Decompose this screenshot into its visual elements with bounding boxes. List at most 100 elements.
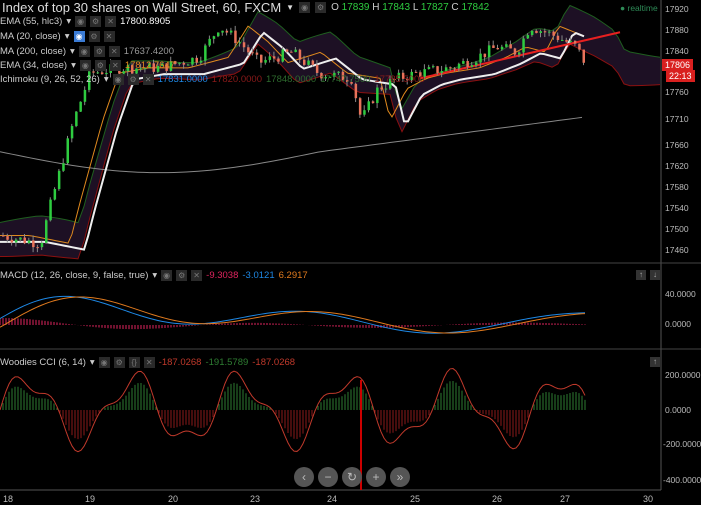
candle <box>582 49 585 63</box>
candle <box>242 42 246 48</box>
legend-ema34[interactable]: EMA (34, close) ▾ ◉ ⚙ ✕ 17812.7647 <box>0 60 175 71</box>
x-tick: 26 <box>492 494 503 504</box>
candle <box>199 60 203 63</box>
candle <box>2 235 5 237</box>
price-tick: 17660 <box>665 140 689 150</box>
legend-cci[interactable]: Woodies CCI (6, 14) ▾ ◉ ⚙{} ✕ -187.0268 -1… <box>0 357 295 368</box>
countdown-tag: 22:13 <box>666 70 695 82</box>
pane-down-button[interactable]: ↓ <box>650 270 660 280</box>
candle <box>432 66 435 68</box>
legend-ichimoku[interactable]: Ichimoku (9, 26, 52, 26) ▾ ◉ ⚙ ✕ 17831.000… <box>0 74 425 85</box>
cci-tick: 0.0000 <box>665 405 691 415</box>
candle <box>290 51 293 53</box>
candle <box>32 240 35 248</box>
candle <box>238 42 241 44</box>
candle <box>311 60 315 65</box>
zoom-out-button[interactable]: − <box>318 467 338 487</box>
candle <box>457 63 461 69</box>
chevron-down-icon[interactable]: ▼ <box>286 3 294 12</box>
zoom-in-button[interactable]: + <box>366 467 386 487</box>
ma200-line <box>0 116 583 174</box>
candle <box>561 39 564 41</box>
candle <box>380 87 383 90</box>
gear-icon[interactable]: ⚙ <box>315 2 327 13</box>
macd-tick: 0.0000 <box>665 319 691 329</box>
candle <box>354 83 358 99</box>
candle <box>414 71 418 73</box>
candle <box>53 188 57 200</box>
price-tick: 17920 <box>665 4 689 14</box>
candle <box>40 242 44 248</box>
candle <box>208 38 211 46</box>
candle <box>217 32 220 37</box>
candle <box>272 56 276 59</box>
price-tick: 17880 <box>665 25 689 35</box>
legend-ema55[interactable]: EMA (55, hlc3) ▾ ◉ ⚙ ✕ 17800.8905 <box>0 16 170 27</box>
scroll-right-button[interactable]: » <box>390 467 410 487</box>
candle <box>92 71 95 73</box>
candle <box>19 237 22 240</box>
candle <box>79 101 82 112</box>
legend-macd[interactable]: MACD (12, 26, close, 9, false, true) ▾ ◉… <box>0 270 308 281</box>
legend-ma200[interactable]: MA (200, close) ▾ ◉ ⚙ ✕ 17637.4200 <box>0 46 174 57</box>
candle <box>191 57 194 65</box>
x-tick: 30 <box>643 494 654 504</box>
x-tick: 27 <box>560 494 571 504</box>
candle <box>14 239 18 243</box>
eye-icon[interactable]: ◉ <box>299 2 311 13</box>
candle <box>66 138 69 164</box>
candle <box>204 45 207 61</box>
candle <box>298 49 302 60</box>
candle <box>552 31 555 36</box>
ohlc-readout: O 17839 H 17843 L 17827 C 17842 <box>331 2 490 13</box>
legend-ma20[interactable]: MA (20, close) ▾ ◉ ⚙ ✕ <box>0 31 115 42</box>
candle <box>483 53 487 58</box>
price-tick: 17710 <box>665 114 689 124</box>
price-tick: 17580 <box>665 182 689 192</box>
price-tick: 17460 <box>665 245 689 255</box>
candle <box>234 30 237 44</box>
candle <box>543 31 547 33</box>
reset-button[interactable]: ↻ <box>342 467 362 487</box>
macd-tick: 40.0000 <box>665 289 696 299</box>
candle <box>285 49 289 52</box>
candle <box>479 53 482 63</box>
chart-title[interactable]: Index of top 30 shares on Wall Street, 6… <box>2 0 489 15</box>
candle <box>363 110 366 115</box>
candle <box>436 66 439 73</box>
candle <box>255 52 259 55</box>
candle <box>492 45 495 48</box>
scroll-left-button[interactable]: ‹ <box>294 467 314 487</box>
x-tick: 18 <box>3 494 14 504</box>
x-tick: 19 <box>85 494 96 504</box>
candle <box>225 30 229 33</box>
candle <box>440 71 444 73</box>
candle <box>307 60 310 65</box>
cci-line <box>0 368 586 453</box>
candle <box>221 30 224 33</box>
candle <box>337 71 340 73</box>
candle <box>294 49 297 53</box>
candle <box>466 61 469 67</box>
candle <box>513 48 517 55</box>
candle <box>268 56 272 60</box>
candle <box>453 68 456 70</box>
candle <box>548 31 551 33</box>
candle <box>27 240 31 244</box>
candle <box>182 62 186 65</box>
candle <box>496 47 499 50</box>
candle <box>573 40 577 44</box>
candle <box>475 62 478 66</box>
candle <box>247 47 250 53</box>
candle <box>367 101 370 111</box>
candle <box>23 237 26 244</box>
x-tick: 20 <box>168 494 179 504</box>
pane-up-button[interactable]: ↑ <box>650 357 660 367</box>
candle <box>462 61 465 64</box>
candle <box>371 101 375 104</box>
realtime-status: ● realtime <box>620 3 658 13</box>
pane-up-button[interactable]: ↑ <box>636 270 646 280</box>
candle <box>530 30 534 36</box>
candle <box>487 45 491 58</box>
candle <box>565 39 568 42</box>
